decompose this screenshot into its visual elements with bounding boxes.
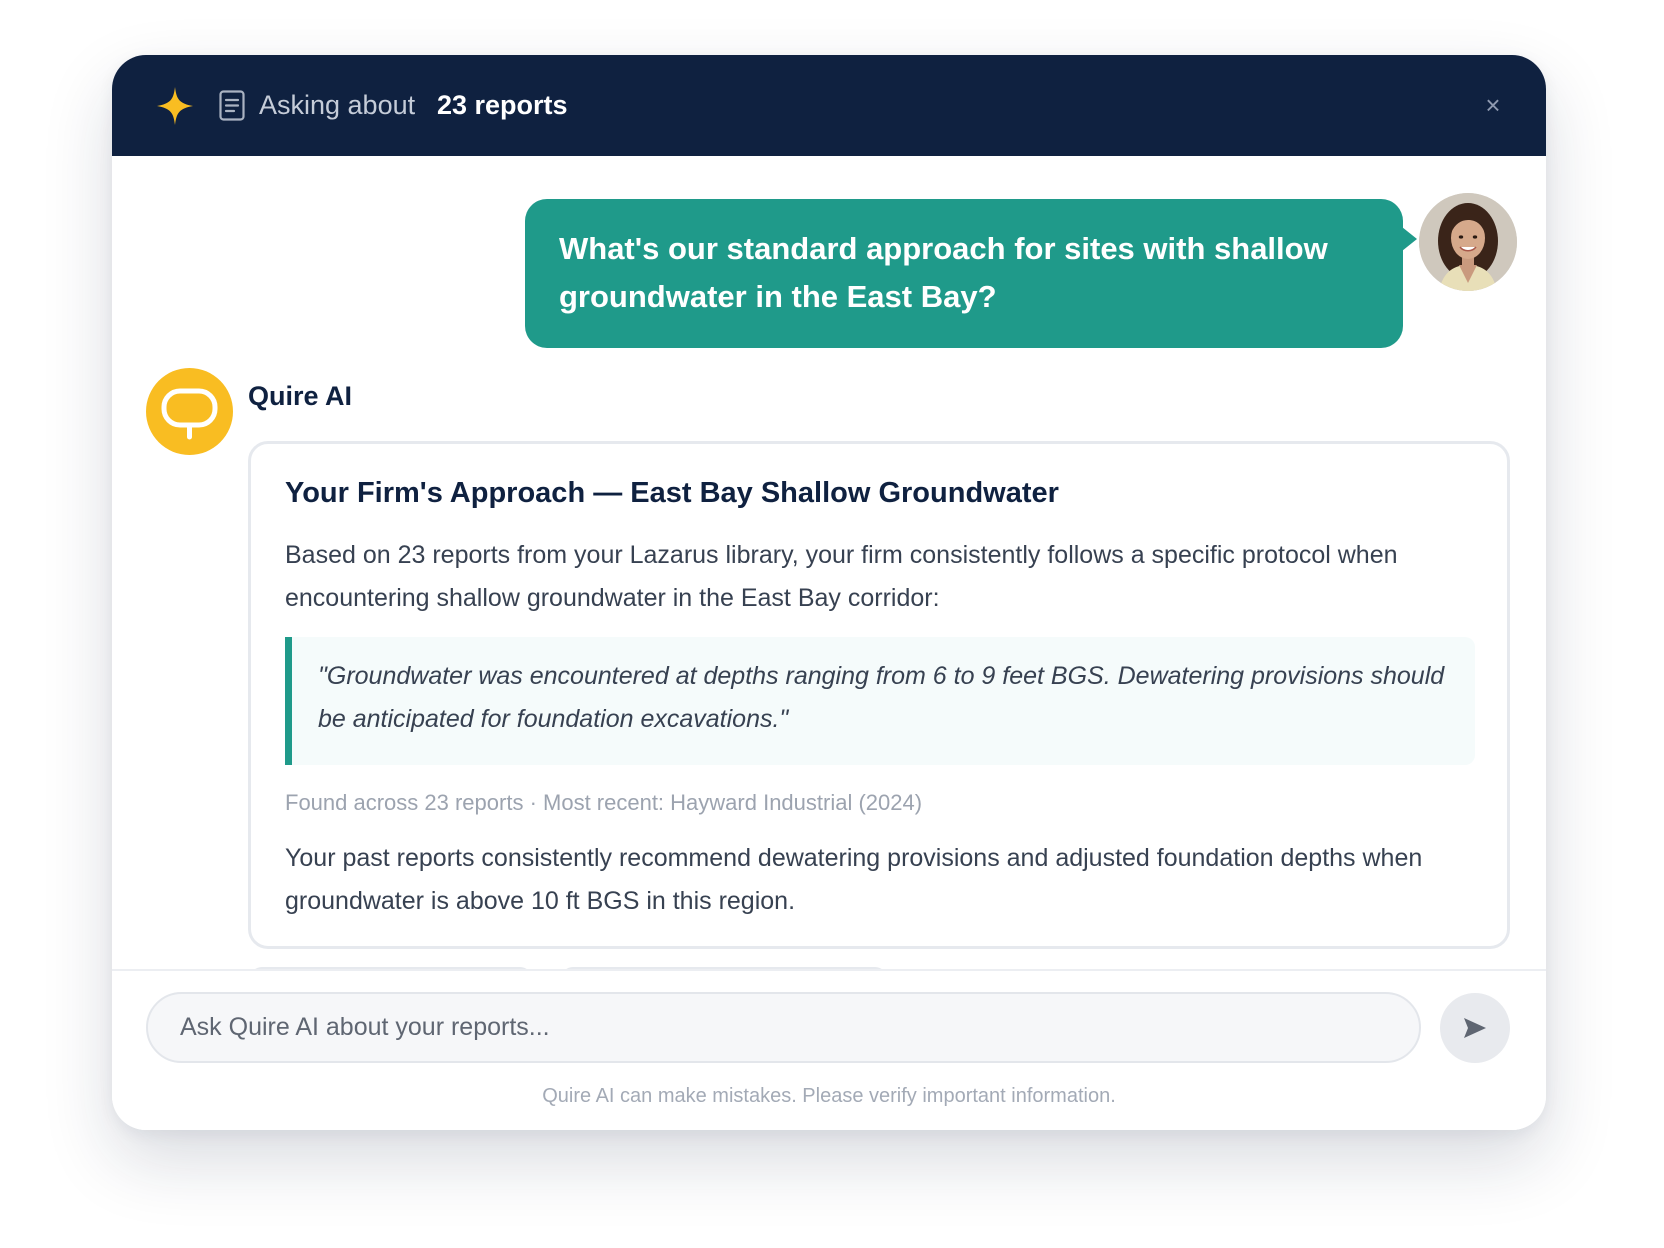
bubble-tail — [1402, 227, 1417, 251]
document-icon — [219, 90, 245, 121]
quire-ai-logo — [146, 368, 233, 455]
response-quote-block: "Groundwater was encountered at depths r… — [285, 637, 1475, 765]
send-button[interactable] — [1440, 993, 1510, 1063]
chat-header: Asking about 23 reports × — [112, 55, 1546, 156]
chat-window: Asking about 23 reports × What's our sta… — [112, 55, 1546, 1130]
user-message-bubble: What's our standard approach for sites w… — [525, 199, 1417, 348]
response-summary: Your past reports consistently recommend… — [285, 844, 1423, 915]
header-report-count[interactable]: 23 reports — [437, 88, 568, 122]
close-button[interactable]: × — [1478, 90, 1508, 120]
user-avatar-image — [1419, 193, 1517, 291]
header-context-label: Asking about — [259, 90, 416, 120]
chat-input[interactable] — [146, 992, 1421, 1063]
response-quote: "Groundwater was encountered at depths r… — [318, 662, 1445, 733]
response-source-meta: Found across 23 reports · Most recent: H… — [285, 790, 923, 815]
assistant-name: Quire AI — [248, 381, 353, 411]
response-title: Your Firm's Approach — East Bay Shallow … — [285, 477, 1059, 509]
assistant-response-card: Your Firm's Approach — East Bay Shallow … — [248, 441, 1510, 949]
user-avatar — [1419, 193, 1517, 291]
send-icon — [1464, 1018, 1486, 1038]
composer: Quire AI can make mistakes. Please verif… — [112, 971, 1546, 1130]
response-intro: Based on 23 reports from your Lazarus li… — [285, 541, 1398, 612]
sparkle-icon — [157, 87, 193, 125]
user-message-text: What's our standard approach for sites w… — [559, 231, 1328, 314]
disclaimer-text: Quire AI can make mistakes. Please verif… — [542, 1085, 1116, 1107]
chat-bubble-icon — [161, 388, 218, 440]
close-icon: × — [1485, 90, 1501, 120]
